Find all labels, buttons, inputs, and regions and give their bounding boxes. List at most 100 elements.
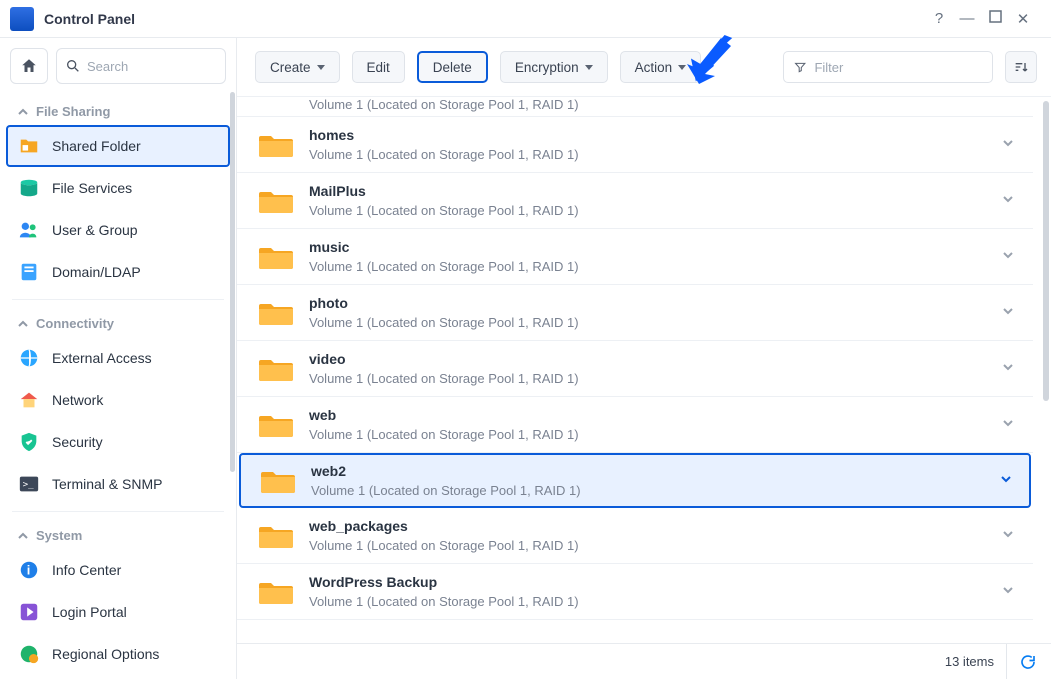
- sidebar-item-label: Info Center: [52, 562, 121, 578]
- sidebar-item-terminal-snmp[interactable]: >_ Terminal & SNMP: [0, 463, 236, 505]
- list-scrollbar[interactable]: [1043, 101, 1049, 401]
- folder-row[interactable]: WordPress Backup Volume 1 (Located on St…: [237, 564, 1033, 620]
- sidebar-item-label: Regional Options: [52, 646, 159, 662]
- button-label: Action: [635, 60, 673, 75]
- titlebar: Control Panel ? — ✕: [0, 0, 1051, 38]
- sidebar-item-label: External Access: [52, 350, 152, 366]
- action-button[interactable]: Action: [620, 51, 702, 83]
- sidebar-item-label: Network: [52, 392, 103, 408]
- folder-row[interactable]: music Volume 1 (Located on Storage Pool …: [237, 229, 1033, 285]
- folder-list: Volume 1 (Located on Storage Pool 1, RAI…: [237, 96, 1051, 643]
- sort-button[interactable]: [1005, 51, 1037, 83]
- chevron-down-icon[interactable]: [1001, 192, 1021, 209]
- search-input[interactable]: [87, 59, 217, 74]
- chevron-down-icon[interactable]: [1001, 304, 1021, 321]
- sidebar-item-label: Terminal & SNMP: [52, 476, 162, 492]
- folder-subtitle: Volume 1 (Located on Storage Pool 1, RAI…: [309, 538, 579, 553]
- section-header-system[interactable]: System: [0, 518, 236, 549]
- folder-row[interactable]: video Volume 1 (Located on Storage Pool …: [237, 341, 1033, 397]
- sidebar-item-network[interactable]: Network: [0, 379, 236, 421]
- folder-name: web: [309, 407, 579, 423]
- house-icon: [18, 389, 40, 411]
- folder-row[interactable]: MailPlus Volume 1 (Located on Storage Po…: [237, 173, 1033, 229]
- folder-icon: [261, 468, 295, 494]
- chevron-up-icon: [18, 107, 28, 117]
- sidebar-item-regional-options[interactable]: Regional Options: [0, 633, 236, 675]
- filter-input[interactable]: [814, 60, 982, 75]
- minimize-icon[interactable]: —: [953, 10, 981, 27]
- info-icon: i: [18, 559, 40, 581]
- sidebar-item-info-center[interactable]: i Info Center: [0, 549, 236, 591]
- edit-button[interactable]: Edit: [352, 51, 405, 83]
- sidebar-item-label: User & Group: [52, 222, 138, 238]
- folder-icon: [259, 356, 293, 382]
- folder-subtitle: Volume 1 (Located on Storage Pool 1, RAI…: [311, 483, 581, 498]
- chevron-down-icon[interactable]: [1001, 583, 1021, 600]
- sidebar-item-shared-folder[interactable]: Shared Folder: [6, 125, 230, 167]
- refresh-button[interactable]: [1006, 644, 1037, 679]
- footer: 13 items: [237, 643, 1051, 679]
- section-label: File Sharing: [36, 104, 110, 119]
- folder-subtitle: Volume 1 (Located on Storage Pool 1, RAI…: [309, 147, 579, 162]
- sidebar-item-file-services[interactable]: File Services: [0, 167, 236, 209]
- create-button[interactable]: Create: [255, 51, 340, 83]
- main-panel: Create Edit Delete Encryption Action: [237, 38, 1051, 679]
- sidebar-item-label: Login Portal: [52, 604, 127, 620]
- sidebar-item-user-group[interactable]: User & Group: [0, 209, 236, 251]
- chevron-down-icon[interactable]: [1001, 360, 1021, 377]
- section-label: Connectivity: [36, 316, 114, 331]
- button-label: Delete: [433, 60, 472, 75]
- chevron-down-icon[interactable]: [1001, 248, 1021, 265]
- chevron-down-icon[interactable]: [1001, 136, 1021, 153]
- section-label: System: [36, 528, 82, 543]
- window-title: Control Panel: [44, 11, 135, 27]
- caret-down-icon: [678, 65, 686, 70]
- chevron-down-icon[interactable]: [1001, 416, 1021, 433]
- folder-icon: [259, 412, 293, 438]
- chevron-down-icon[interactable]: [999, 472, 1019, 489]
- ldap-icon: [18, 261, 40, 283]
- folder-icon: [259, 579, 293, 605]
- sidebar-item-domain-ldap[interactable]: Domain/LDAP: [0, 251, 236, 293]
- encryption-button[interactable]: Encryption: [500, 51, 608, 83]
- folder-subtitle: Volume 1 (Located on Storage Pool 1, RAI…: [309, 315, 579, 330]
- folder-row[interactable]: web Volume 1 (Located on Storage Pool 1,…: [237, 397, 1033, 453]
- caret-down-icon: [317, 65, 325, 70]
- filter-field[interactable]: [783, 51, 993, 83]
- home-button[interactable]: [10, 48, 48, 84]
- search-icon: [65, 58, 81, 74]
- maximize-icon[interactable]: [981, 10, 1009, 27]
- portal-icon: [18, 601, 40, 623]
- folder-icon: [18, 135, 40, 157]
- folder-name: MailPlus: [309, 183, 579, 199]
- folder-name: homes: [309, 127, 579, 143]
- sidebar-item-login-portal[interactable]: Login Portal: [0, 591, 236, 633]
- regional-icon: [18, 643, 40, 665]
- sort-icon: [1013, 59, 1029, 75]
- app-icon: [10, 7, 34, 31]
- sidebar-scrollbar[interactable]: [230, 92, 235, 472]
- chevron-down-icon[interactable]: [1001, 527, 1021, 544]
- folder-subtitle: Volume 1 (Located on Storage Pool 1, RAI…: [309, 427, 579, 442]
- section-header-connectivity[interactable]: Connectivity: [0, 306, 236, 337]
- help-icon[interactable]: ?: [925, 10, 953, 27]
- section-header-file-sharing[interactable]: File Sharing: [0, 94, 236, 125]
- folder-name: music: [309, 239, 579, 255]
- sidebar-item-label: File Services: [52, 180, 132, 196]
- sidebar-item-security[interactable]: Security: [0, 421, 236, 463]
- folder-row[interactable]: web_packages Volume 1 (Located on Storag…: [237, 508, 1033, 564]
- svg-text:i: i: [27, 563, 31, 578]
- delete-button[interactable]: Delete: [417, 51, 488, 83]
- folder-row[interactable]: web2 Volume 1 (Located on Storage Pool 1…: [239, 453, 1031, 508]
- folder-row[interactable]: homes Volume 1 (Located on Storage Pool …: [237, 117, 1033, 173]
- folder-icon: [259, 244, 293, 270]
- close-icon[interactable]: ✕: [1009, 10, 1037, 28]
- shield-icon: [18, 431, 40, 453]
- folder-subtitle: Volume 1 (Located on Storage Pool 1, RAI…: [309, 203, 579, 218]
- folder-icon: [259, 132, 293, 158]
- partial-row-subtitle: Volume 1 (Located on Storage Pool 1, RAI…: [237, 97, 1033, 117]
- home-icon: [20, 57, 38, 75]
- sidebar-item-external-access[interactable]: External Access: [0, 337, 236, 379]
- search-field[interactable]: [56, 48, 226, 84]
- folder-row[interactable]: photo Volume 1 (Located on Storage Pool …: [237, 285, 1033, 341]
